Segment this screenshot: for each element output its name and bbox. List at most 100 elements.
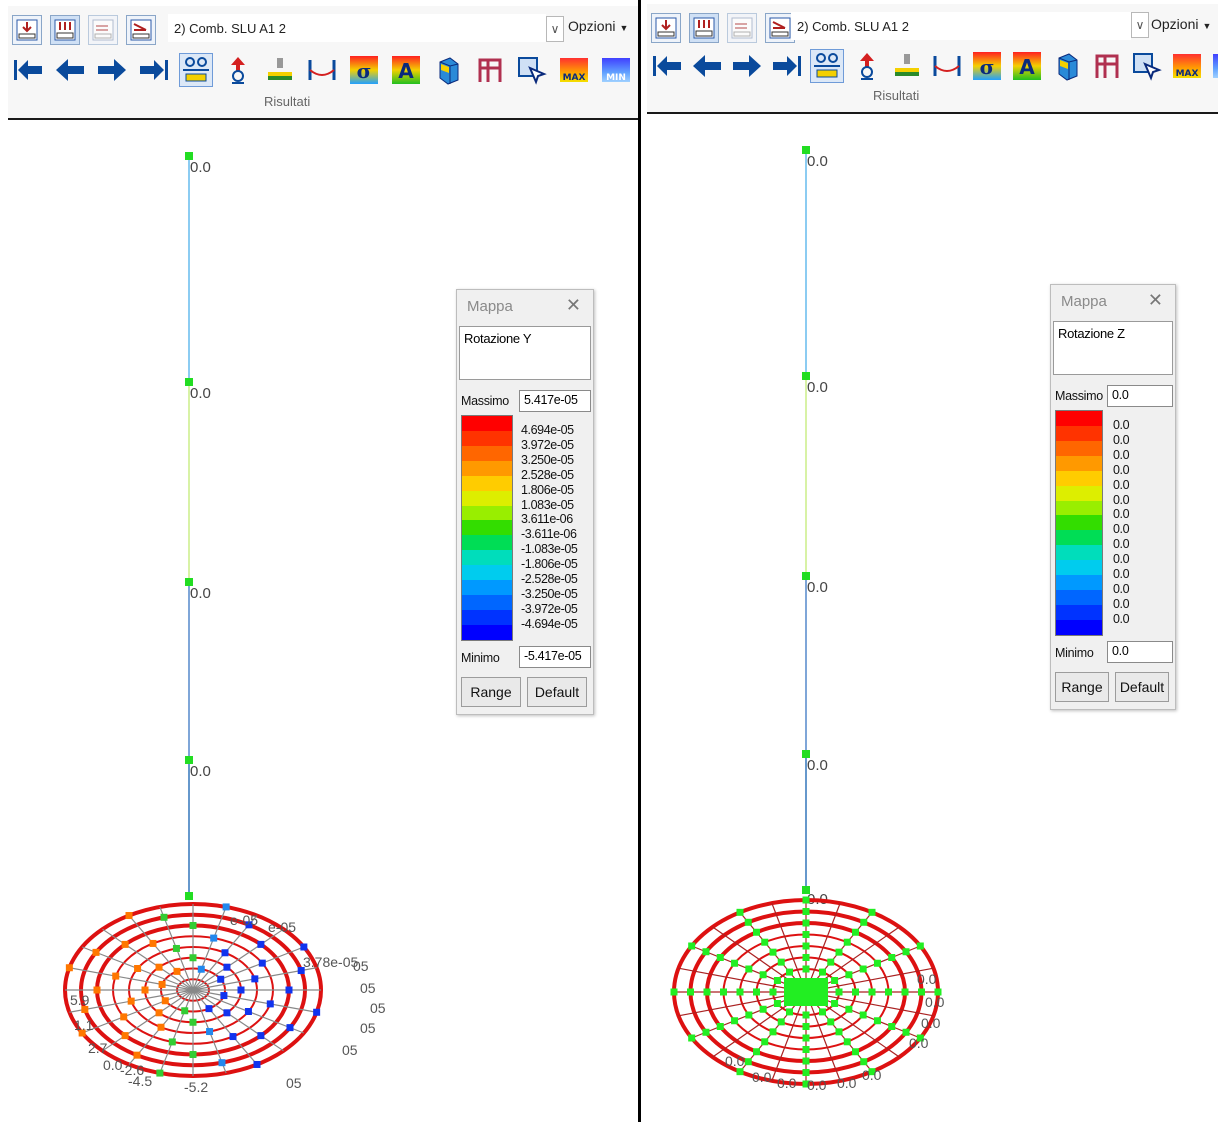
load-case-multi-button[interactable] (50, 15, 80, 45)
close-icon[interactable]: ✕ (566, 295, 581, 316)
select-query-button[interactable] (1131, 50, 1163, 82)
select-query-button[interactable] (516, 54, 548, 86)
load-distribution-button[interactable] (891, 50, 923, 82)
frame-button[interactable] (1091, 50, 1123, 82)
deformed-shape-button[interactable] (179, 53, 213, 87)
load-distribution-button[interactable] (264, 54, 296, 86)
mesh-node (258, 959, 266, 967)
beam-diagram-button[interactable] (306, 54, 338, 86)
combination-select[interactable]: 2) Comb. SLU A1 2 (168, 14, 546, 42)
color-swatch (1056, 455, 1102, 471)
color-scale-value: 0.0 (1113, 462, 1130, 477)
sigma-stress-button[interactable]: σ (971, 50, 1003, 82)
load-case-single-button[interactable] (12, 15, 42, 45)
solid-view-icon (439, 57, 459, 85)
chevron-down-icon[interactable]: ∨ (546, 16, 564, 42)
range-button[interactable]: Range (1055, 672, 1109, 702)
ribbon-toolbar: 2) Comb. SLU A1 2 ∨ Opzioni▼ σ A MAX MIN… (8, 6, 641, 120)
color-scale-value: -1.083e-05 (521, 542, 578, 557)
mesh-label: 05 (342, 1042, 358, 1058)
a-label-button[interactable]: A (1011, 50, 1043, 82)
max-value-input[interactable]: 5.417e-05 (519, 390, 591, 412)
mesh-node (120, 1013, 128, 1021)
load-case-horizontal-button[interactable] (88, 15, 118, 45)
right-window: 2) Comb. SLU A1 2 ∨ Opzioni▼ σ A MAX MIN… (643, 0, 1218, 1122)
color-scale-value: 4.694e-05 (521, 423, 574, 437)
mesh-node (769, 988, 777, 996)
mesh-label: 05 (360, 980, 376, 996)
load-case-buttons (12, 12, 156, 48)
solid-view-button[interactable] (432, 54, 464, 86)
solid-view-button[interactable] (1051, 50, 1083, 82)
close-icon[interactable]: ✕ (1148, 290, 1163, 311)
chevron-down-icon[interactable]: ∨ (1131, 12, 1149, 38)
caret-down-icon: ▼ (1202, 21, 1212, 31)
max-value-input[interactable]: 0.0 (1107, 385, 1173, 407)
mesh-node (777, 1018, 785, 1026)
max-button[interactable]: MAX (1171, 50, 1203, 82)
min-label: Minimo (1055, 646, 1094, 660)
reactions-button[interactable] (851, 50, 883, 82)
sigma-stress-button[interactable]: σ (348, 54, 380, 86)
node-marker[interactable] (185, 892, 193, 900)
group-label-results: Risultati (264, 94, 311, 109)
color-scale-value: 1.806e-05 (521, 482, 574, 497)
min-value-input[interactable]: 0.0 (1107, 641, 1173, 663)
load-case-single-button[interactable] (651, 13, 681, 43)
color-scale-value: 2.528e-05 (521, 467, 574, 482)
load-case-horizontal-button[interactable] (727, 13, 757, 43)
default-button[interactable]: Default (527, 677, 587, 707)
last-step-button[interactable] (138, 54, 170, 86)
mesh-node (731, 1017, 739, 1025)
options-menu[interactable]: Opzioni ▼ (1151, 16, 1211, 32)
quantity-field[interactable]: Rotazione Y (459, 326, 591, 380)
mesh-node (720, 988, 727, 996)
reactions-button[interactable] (222, 54, 254, 86)
color-swatch (462, 595, 512, 610)
quantity-field[interactable]: Rotazione Z (1053, 321, 1173, 375)
mesh-node (831, 977, 839, 984)
beam-diagram-button[interactable] (931, 50, 963, 82)
prev-step-button[interactable] (54, 54, 86, 86)
node-label: 0.0 (190, 385, 211, 402)
deformed-shape-icon (814, 53, 840, 78)
load-case-multi-button[interactable] (689, 13, 719, 43)
next-step-button[interactable] (731, 50, 763, 82)
a-label-button[interactable]: A (390, 54, 422, 86)
mesh-node (237, 986, 245, 994)
svg-text:A: A (1019, 55, 1035, 79)
options-menu[interactable]: Opzioni ▼ (568, 18, 628, 34)
load-horizontal-icon (731, 17, 753, 39)
first-step-button[interactable] (12, 54, 44, 86)
mesh-node (253, 1060, 261, 1068)
max-button[interactable]: MAX (558, 54, 590, 86)
node-label: 0.0 (807, 153, 828, 170)
color-scale-value: 3.972e-05 (521, 437, 574, 452)
mesh-node (918, 988, 925, 996)
mesh-node (916, 942, 924, 950)
color-swatch (1056, 515, 1102, 531)
mesh-node (206, 1028, 214, 1036)
results-toolbar-row: σ A MAX MIN (651, 48, 1218, 84)
mesh-node (860, 1058, 868, 1066)
load-horizontal-icon (92, 19, 114, 41)
combination-select[interactable]: 2) Comb. SLU A1 2 (791, 12, 1131, 40)
a-label-icon: A (392, 56, 420, 84)
default-button[interactable]: Default (1115, 672, 1169, 702)
min-button[interactable]: MIN (600, 54, 632, 86)
deformed-shape-button[interactable] (810, 49, 844, 83)
frame-button[interactable] (474, 54, 506, 86)
mesh-node (155, 1009, 163, 1017)
range-button[interactable]: Range (461, 677, 521, 707)
color-scale-value: 0.0 (1113, 581, 1130, 596)
next-step-button[interactable] (96, 54, 128, 86)
mesh-node (753, 988, 760, 996)
prev-step-button[interactable] (691, 50, 723, 82)
mesh-label: 2.7 (88, 1040, 108, 1056)
mesh-node (702, 1028, 710, 1036)
first-step-button[interactable] (651, 50, 683, 82)
load-case-combo-button[interactable] (126, 15, 156, 45)
last-step-button[interactable] (771, 50, 803, 82)
min-value-input[interactable]: -5.417e-05 (519, 646, 591, 668)
min-button[interactable]: MIN (1211, 50, 1218, 82)
